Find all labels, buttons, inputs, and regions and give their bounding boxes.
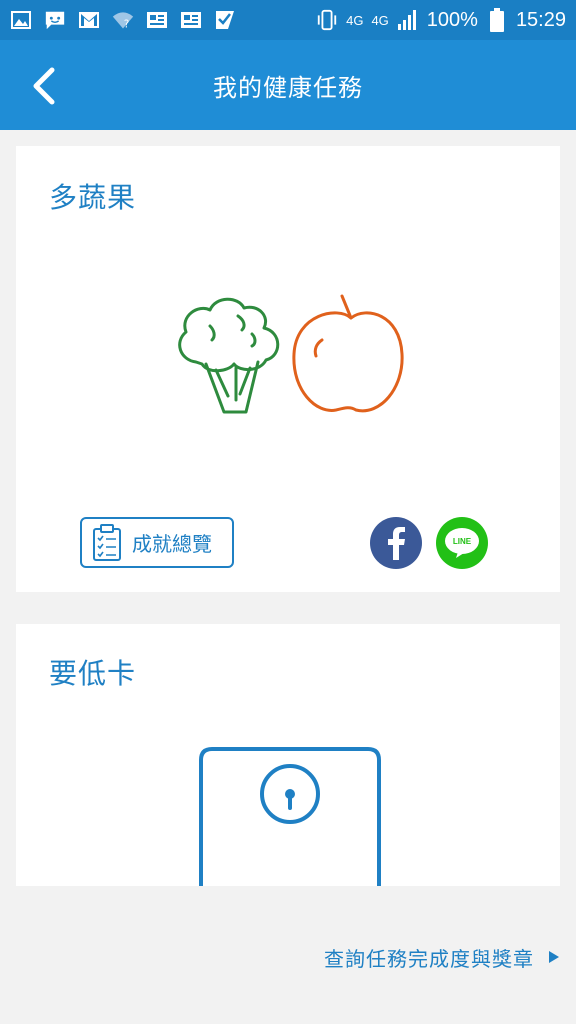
task-card-vegetables[interactable]: 多蔬果 成就總覽 LINE	[16, 146, 560, 592]
news-icon	[180, 9, 202, 31]
play-arrow-icon	[549, 951, 559, 963]
battery-percent: 100%	[426, 8, 478, 31]
status-bar: ? 4G 4G 100% 15:29	[0, 0, 576, 40]
battery-icon	[486, 8, 508, 32]
scale-icon	[199, 747, 381, 886]
page-title: 我的健康任務	[213, 73, 363, 102]
chevron-left-icon	[33, 67, 55, 105]
news-icon	[146, 9, 168, 31]
back-button[interactable]	[22, 64, 66, 108]
clock: 15:29	[515, 8, 566, 31]
task-progress-label: 查詢任務完成度與獎章	[324, 946, 534, 971]
app-bar: 我的健康任務	[0, 40, 576, 130]
line-share-button[interactable]: LINE	[436, 517, 488, 569]
network-type: 4G	[346, 12, 364, 28]
signal-icon	[397, 9, 419, 31]
gallery-icon	[10, 9, 32, 31]
achievement-overview-label: 成就總覽	[132, 532, 212, 556]
vibrate-icon	[316, 9, 338, 31]
task-card-low-calorie[interactable]: 要低卡	[16, 624, 560, 886]
task-title: 多蔬果	[49, 181, 137, 214]
status-right: 4G 4G 100% 15:29	[316, 8, 566, 32]
task-progress-link[interactable]: 查詢任務完成度與獎章	[324, 940, 560, 974]
broccoli-apple-icon	[178, 294, 404, 414]
check-app-icon	[214, 9, 236, 31]
chat-icon	[44, 9, 66, 31]
task-title: 要低卡	[49, 657, 137, 690]
line-logo-text: LINE	[453, 537, 472, 546]
svg-text:?: ?	[124, 20, 129, 31]
notification-icons: ?	[10, 9, 236, 31]
network-type-2: 4G	[371, 12, 389, 28]
facebook-icon	[388, 527, 405, 560]
clipboard-checklist-icon	[93, 523, 121, 561]
facebook-share-button[interactable]	[370, 517, 422, 569]
line-icon: LINE	[445, 528, 479, 558]
achievement-overview-button[interactable]: 成就總覽	[80, 517, 234, 568]
gmail-icon	[78, 9, 100, 31]
wifi-unknown-icon: ?	[112, 9, 134, 31]
